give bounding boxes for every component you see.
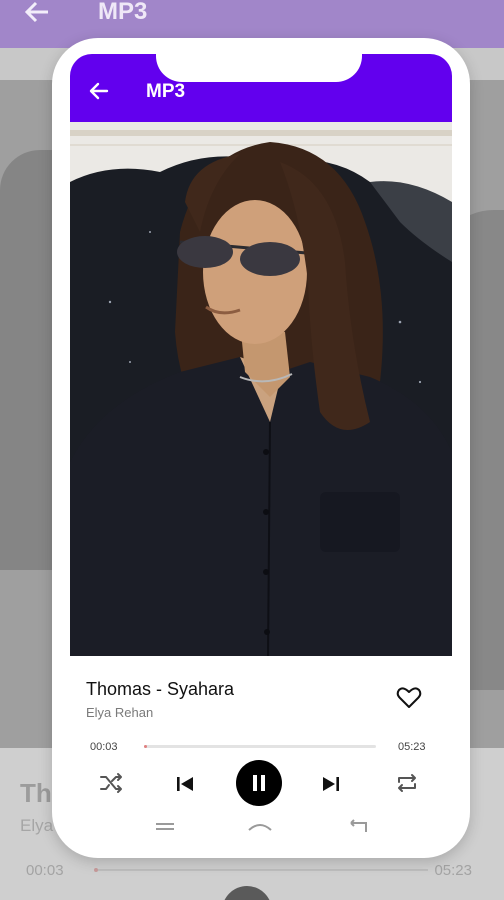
heart-outline-icon[interactable] [396,686,422,710]
song-artist: Elya Rehan [86,705,154,720]
arrow-back-icon[interactable] [88,80,110,102]
app-bar: MP3 [70,54,452,122]
pause-icon [253,775,265,791]
back-icon[interactable] [346,818,374,834]
phone-frame: MP3 Thomas - Syahara Elya Rehan 00:03 05… [52,38,470,858]
shuffle-icon[interactable] [98,770,124,796]
home-icon[interactable] [246,818,274,834]
background-app-title: MP3 [98,0,148,25]
skip-next-icon[interactable] [320,773,342,795]
phone-screen: MP3 Thomas - Syahara Elya Rehan 00:03 05… [70,54,452,844]
background-song-title: Th [20,778,52,808]
phone-notch [156,54,362,82]
background-progress [98,869,428,871]
background-time-current: 00:03 [26,862,64,879]
pause-button[interactable] [236,760,282,806]
song-title: Thomas - Syahara [86,679,235,699]
progress-bar[interactable] [144,745,376,748]
menu-icon[interactable] [152,818,180,834]
background-back-icon [22,0,52,26]
skip-previous-icon[interactable] [174,773,196,795]
album-art [70,122,452,656]
background-time-total: 05:23 [434,862,472,879]
repeat-icon[interactable] [394,770,420,796]
time-total: 05:23 [398,741,426,753]
app-bar-title: MP3 [146,81,186,102]
background-artist: Elya [20,816,54,835]
progress-fill [144,745,147,748]
time-current: 00:03 [90,741,118,753]
